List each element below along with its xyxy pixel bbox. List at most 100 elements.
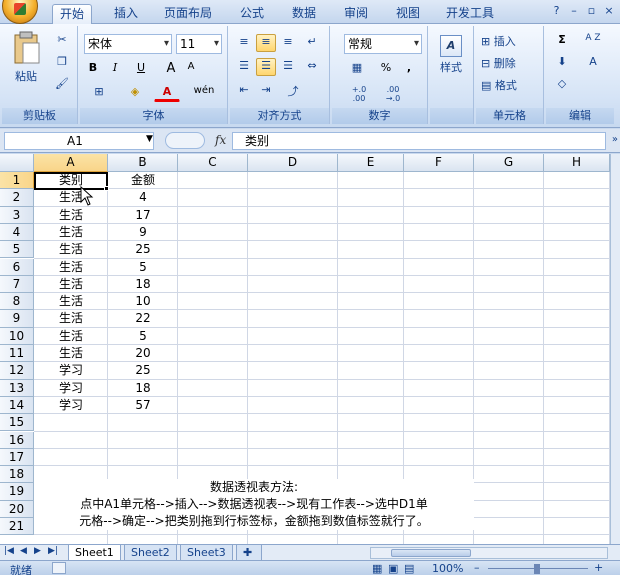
column-header-d[interactable]: D <box>248 154 338 172</box>
table-cell[interactable]: 57 <box>108 397 178 414</box>
row-header-12[interactable]: 12 <box>0 362 34 380</box>
align-bottom-icon[interactable]: ≡ <box>278 34 298 52</box>
table-cell[interactable]: 生活 <box>34 241 108 258</box>
sort-filter-button[interactable]: A Z <box>578 32 608 50</box>
autosum-button[interactable]: Σ <box>550 32 574 50</box>
align-top-icon[interactable]: ≡ <box>234 34 254 52</box>
sheet-tab-sheet2[interactable]: Sheet2 <box>124 545 177 561</box>
name-box-dropdown-icon[interactable]: ▼ <box>146 134 153 144</box>
align-center-icon[interactable]: ☰ <box>256 58 276 76</box>
sheet-tab-sheet1[interactable]: Sheet1 <box>68 545 121 561</box>
table-cell[interactable]: 10 <box>108 293 178 310</box>
zoom-out-button[interactable]: – <box>474 561 480 574</box>
row-header-4[interactable]: 4 <box>0 223 34 242</box>
comma-button[interactable]: , <box>400 60 418 78</box>
close-icon[interactable]: × <box>602 4 616 17</box>
worksheet-grid[interactable]: A B C D E F G H 1 2 3 4 5 6 7 8 9 10 11 12 13 14 15 16 17 18 19 20 2… <box>0 154 610 544</box>
wrap-text-icon[interactable]: ↵ <box>302 34 322 52</box>
normal-view-icon[interactable]: ▦ <box>372 562 382 575</box>
table-cell[interactable]: 生活 <box>34 293 108 310</box>
currency-icon[interactable]: ▦ <box>344 60 370 78</box>
zoom-slider-thumb[interactable] <box>534 564 540 574</box>
table-cell[interactable]: 生活 <box>34 189 108 206</box>
cut-icon[interactable]: ✂ <box>52 32 72 50</box>
formula-input[interactable]: 类别 <box>232 132 606 150</box>
formula-bar-expand-icon[interactable] <box>165 132 205 149</box>
vertical-scrollbar[interactable] <box>610 154 620 544</box>
page-layout-view-icon[interactable]: ▣ <box>388 562 398 575</box>
orientation-icon[interactable]: ⤴ <box>280 82 306 100</box>
row-header-11[interactable]: 11 <box>0 345 34 363</box>
font-size-select[interactable]: 11 <box>176 34 222 54</box>
row-header-16[interactable]: 16 <box>0 431 34 449</box>
new-sheet-icon[interactable]: ✚ <box>236 545 262 561</box>
table-cell[interactable]: 5 <box>108 259 178 276</box>
row-header-20[interactable]: 20 <box>0 500 34 518</box>
select-all-corner[interactable] <box>0 154 34 172</box>
first-sheet-icon[interactable]: |◀ <box>4 546 14 556</box>
column-header-g[interactable]: G <box>474 154 544 172</box>
table-cell[interactable]: 生活 <box>34 259 108 276</box>
table-cell[interactable]: 学习 <box>34 362 108 379</box>
table-cell[interactable]: 9 <box>108 224 178 241</box>
delete-cells-button[interactable]: ⊟ 删除 <box>480 54 540 72</box>
insert-function-button[interactable]: fx <box>215 133 226 147</box>
next-sheet-icon[interactable]: ▶ <box>34 546 41 556</box>
row-header-1[interactable]: 1 <box>0 172 34 190</box>
merge-center-icon[interactable]: ⇔ <box>302 58 322 76</box>
fill-icon[interactable]: ⬇ <box>550 54 574 72</box>
table-cell[interactable]: 生活 <box>34 345 108 362</box>
row-header-19[interactable]: 19 <box>0 483 34 501</box>
tab-developer[interactable]: 开发工具 <box>440 4 500 24</box>
table-cell[interactable]: 4 <box>108 189 178 206</box>
table-cell[interactable]: 生活 <box>34 328 108 345</box>
row-header-3[interactable]: 3 <box>0 206 34 224</box>
tab-review[interactable]: 审阅 <box>336 4 376 24</box>
row-header-10[interactable]: 10 <box>0 327 34 345</box>
align-middle-icon[interactable]: ≡ <box>256 34 276 52</box>
minimize-icon[interactable]: – <box>567 4 581 17</box>
table-cell[interactable]: 25 <box>108 362 178 379</box>
column-header-b[interactable]: B <box>108 154 178 172</box>
column-header-c[interactable]: C <box>178 154 248 172</box>
column-header-f[interactable]: F <box>404 154 474 172</box>
borders-icon[interactable]: ⊞ <box>84 84 114 102</box>
row-header-13[interactable]: 13 <box>0 379 34 397</box>
table-cell[interactable]: 18 <box>108 276 178 293</box>
column-header-e[interactable]: E <box>338 154 404 172</box>
formula-bar-collapse-icon[interactable]: » <box>612 134 618 145</box>
row-header-14[interactable]: 14 <box>0 396 34 415</box>
font-name-select[interactable]: 宋体 <box>84 34 172 54</box>
table-cell[interactable]: 学习 <box>34 380 108 397</box>
zoom-level[interactable]: 100% <box>432 562 463 575</box>
last-sheet-icon[interactable]: ▶| <box>48 546 58 556</box>
clear-icon[interactable]: ◇ <box>550 76 574 94</box>
table-cell[interactable]: 5 <box>108 328 178 345</box>
table-cell[interactable]: 18 <box>108 380 178 397</box>
row-header-6[interactable]: 6 <box>0 258 34 276</box>
table-cell[interactable]: 生活 <box>34 310 108 327</box>
fill-color-icon[interactable]: ◈ <box>120 84 150 102</box>
align-right-icon[interactable]: ☰ <box>278 58 298 76</box>
paste-button[interactable]: 粘贴 <box>6 30 46 94</box>
table-cell[interactable]: 生活 <box>34 207 108 224</box>
table-cell[interactable]: 22 <box>108 310 178 327</box>
tab-page-layout[interactable]: 页面布局 <box>158 4 218 24</box>
format-cells-button[interactable]: ▤ 格式 <box>480 76 540 94</box>
tab-home[interactable]: 开始 <box>52 4 92 24</box>
table-cell[interactable]: 17 <box>108 207 178 224</box>
table-cell[interactable]: 20 <box>108 345 178 362</box>
increase-indent-icon[interactable]: ⇥ <box>256 82 276 100</box>
shrink-font-button[interactable]: A <box>182 60 200 78</box>
help-icon[interactable]: ? <box>550 4 564 17</box>
find-select-button[interactable]: A <box>578 54 608 72</box>
format-painter-icon[interactable]: 🖌 <box>52 76 72 94</box>
zoom-in-button[interactable]: + <box>594 561 603 574</box>
align-left-icon[interactable]: ☰ <box>234 58 254 76</box>
row-header-5[interactable]: 5 <box>0 241 34 259</box>
header-cell[interactable]: 金额 <box>108 172 178 189</box>
number-format-select[interactable]: 常规 <box>344 34 422 54</box>
underline-button[interactable]: U <box>128 60 154 78</box>
row-header-17[interactable]: 17 <box>0 448 34 467</box>
row-header-8[interactable]: 8 <box>0 293 34 311</box>
